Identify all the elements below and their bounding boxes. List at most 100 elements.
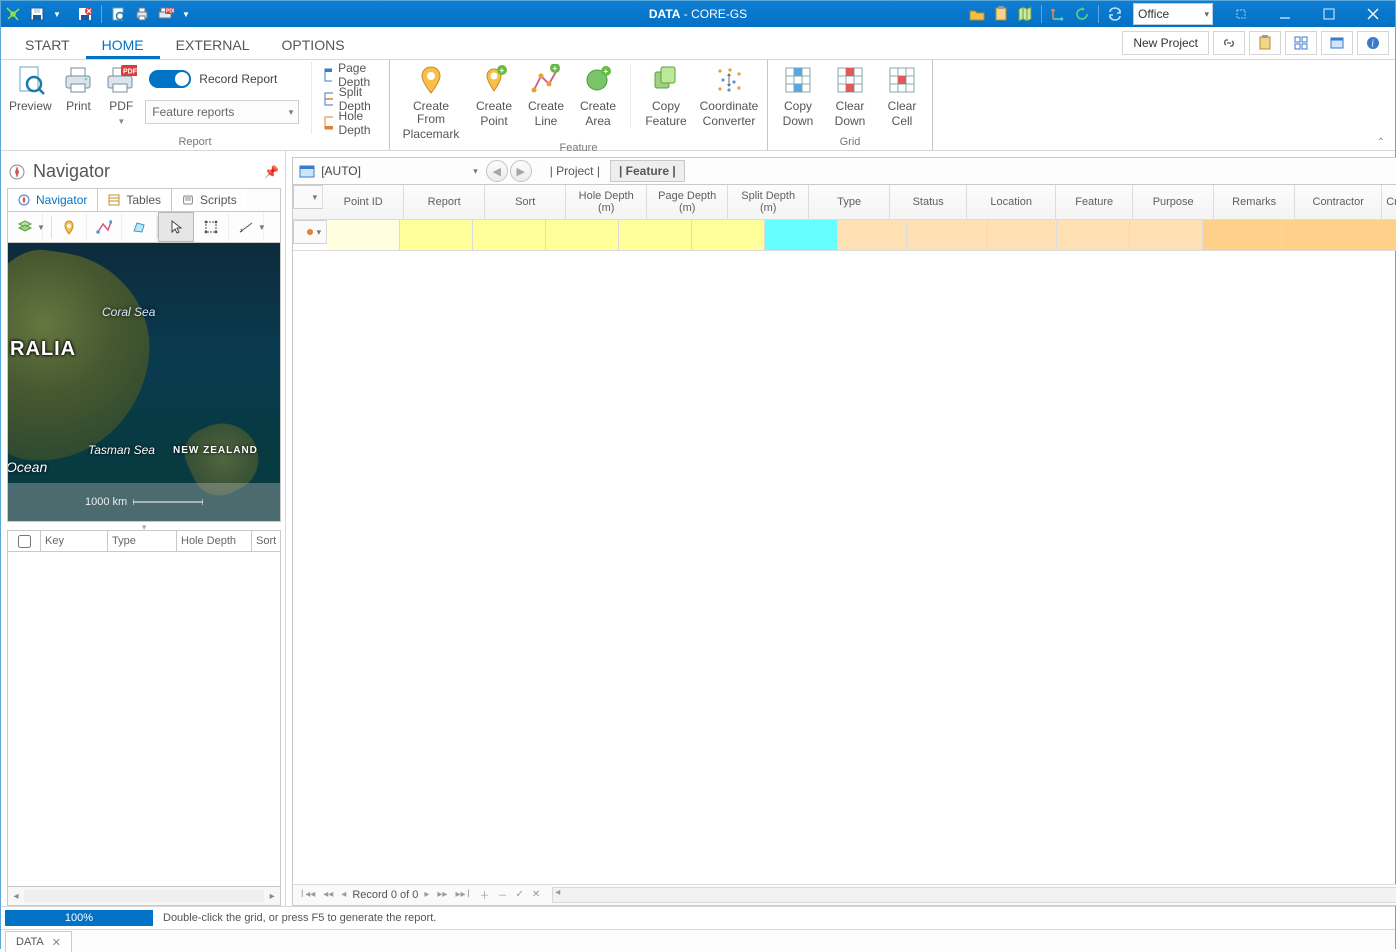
nav-tab-scripts[interactable]: Scripts <box>172 189 247 211</box>
col-sort[interactable]: Sort <box>485 185 566 219</box>
pin-icon[interactable]: 📌 <box>264 165 279 179</box>
tab-options[interactable]: OPTIONS <box>266 31 361 59</box>
create-from-placemark-button[interactable]: Create FromPlacemark <box>398 62 464 141</box>
folder-icon[interactable] <box>965 2 989 26</box>
col-sort[interactable]: Sort <box>252 531 280 551</box>
split-depth-button[interactable]: Split Depth <box>318 88 381 110</box>
pdf-button[interactable]: PDF PDF ▼ <box>105 62 137 128</box>
mini-grid-checkbox[interactable] <box>8 531 41 551</box>
auto-dropdown-icon[interactable]: ▾ <box>467 166 484 177</box>
row-selector-header[interactable] <box>293 185 323 209</box>
nav-next-page[interactable]: ▸▸ <box>435 889 449 901</box>
auto-combo[interactable]: [AUTO] <box>295 161 465 181</box>
nav-prev[interactable]: ◂ <box>339 889 348 901</box>
axes-icon[interactable] <box>1046 2 1070 26</box>
save-dropdown[interactable]: ▼ <box>45 2 73 26</box>
paste-icon[interactable] <box>1249 31 1281 55</box>
nav-next[interactable]: ▸ <box>422 889 431 901</box>
tab-home[interactable]: HOME <box>86 31 160 59</box>
app-icon[interactable] <box>1 2 25 26</box>
nav-remove[interactable]: － <box>495 887 509 903</box>
mini-grid-body[interactable] <box>7 552 281 887</box>
window-expand-icon[interactable] <box>1219 1 1263 27</box>
col-feature[interactable]: Feature <box>1056 185 1133 219</box>
nav-prev-page[interactable]: ◂◂ <box>321 889 335 901</box>
col-hole-depth[interactable]: Hole Depth (m) <box>566 185 647 219</box>
map-icon[interactable] <box>1013 2 1037 26</box>
nav-tab-tables[interactable]: Tables <box>98 189 172 211</box>
print-button[interactable]: Print <box>60 62 98 113</box>
tab-start[interactable]: START <box>9 31 86 59</box>
close-icon[interactable]: ✕ <box>52 936 61 949</box>
window-maximize[interactable] <box>1307 1 1351 27</box>
nav-first[interactable]: ǀ◂◂ <box>297 889 317 901</box>
create-area-button[interactable]: + CreateArea <box>576 62 620 128</box>
preview-button[interactable]: Preview <box>9 62 52 113</box>
window-icon[interactable] <box>1321 31 1353 55</box>
col-contractor[interactable]: Contractor <box>1295 185 1382 219</box>
measure-dropdown[interactable]: ▼ <box>258 223 272 232</box>
link-icon[interactable] <box>1213 31 1245 55</box>
record-report-toggle[interactable] <box>149 70 191 88</box>
nav-commit[interactable]: ✓ <box>513 889 525 901</box>
save-close-icon[interactable] <box>73 2 97 26</box>
copy-feature-button[interactable]: CopyFeature <box>641 62 691 128</box>
window-minimize[interactable] <box>1263 1 1307 27</box>
pin-marker-icon[interactable] <box>52 213 87 241</box>
quick-print-icon[interactable] <box>130 2 154 26</box>
new-row[interactable] <box>293 220 1396 251</box>
col-key[interactable]: Key <box>41 531 108 551</box>
mode-combo[interactable]: Office <box>1133 3 1213 25</box>
grid-hscroll[interactable] <box>552 887 1396 903</box>
nav-back-button[interactable]: ◀ <box>486 160 508 182</box>
page-depth-button[interactable]: Page Depth <box>318 64 381 86</box>
col-crew[interactable]: Crew <box>1382 185 1396 219</box>
col-purpose[interactable]: Purpose <box>1133 185 1214 219</box>
col-hole[interactable]: Hole Depth <box>177 531 252 551</box>
polygon-tool-icon[interactable] <box>122 213 157 241</box>
col-remarks[interactable]: Remarks <box>1214 185 1295 219</box>
tab-external[interactable]: EXTERNAL <box>160 31 266 59</box>
pointer-tool-icon[interactable] <box>158 212 194 242</box>
clear-cell-button[interactable]: ClearCell <box>880 62 924 128</box>
report-type-combo[interactable]: Feature reports <box>145 100 299 124</box>
layout-icon[interactable] <box>1285 31 1317 55</box>
mini-grid-scrollbar[interactable]: ◂▸ <box>7 887 281 906</box>
col-location[interactable]: Location <box>967 185 1056 219</box>
window-close[interactable] <box>1351 1 1395 27</box>
layers-dropdown[interactable]: ▼ <box>37 223 51 232</box>
nav-tab-navigator[interactable]: Navigator <box>8 189 98 211</box>
tab-project[interactable]: | Project | <box>542 161 608 181</box>
coordinate-converter-button[interactable]: CoordinateConverter <box>699 62 759 128</box>
quick-preview-icon[interactable] <box>106 2 130 26</box>
info-icon[interactable]: i <box>1357 31 1389 55</box>
col-report[interactable]: Report <box>404 185 485 219</box>
new-project-button[interactable]: New Project <box>1122 31 1209 55</box>
sync-icon[interactable] <box>1103 2 1127 26</box>
col-split-depth[interactable]: Split Depth (m) <box>728 185 809 219</box>
tab-feature[interactable]: | Feature | <box>610 160 685 182</box>
splitter-grip[interactable]: ▾ <box>7 522 281 530</box>
extent-tool-icon[interactable] <box>194 213 229 241</box>
col-type[interactable]: Type <box>108 531 177 551</box>
ribbon-collapse-icon[interactable]: ⌃ <box>1377 137 1385 148</box>
refresh-icon[interactable] <box>1070 2 1094 26</box>
quick-pdf-dropdown[interactable]: ▼ <box>174 2 202 26</box>
progress-bar: 100% <box>5 910 153 926</box>
clipboard-icon[interactable] <box>989 2 1013 26</box>
line-tool-icon[interactable] <box>87 213 122 241</box>
col-page-depth[interactable]: Page Depth (m) <box>647 185 728 219</box>
hole-depth-button[interactable]: Hole Depth <box>318 112 381 134</box>
nav-add[interactable]: ＋ <box>477 887 491 903</box>
nav-cancel[interactable]: ✕ <box>530 889 542 901</box>
col-type[interactable]: Type <box>809 185 890 219</box>
create-point-button[interactable]: + CreatePoint <box>472 62 516 128</box>
map-view[interactable]: Coral Sea RALIA Tasman Sea NEW ZEALAND O… <box>7 243 281 522</box>
col-point-id[interactable]: Point ID <box>323 185 404 219</box>
clear-down-button[interactable]: ClearDown <box>828 62 872 128</box>
col-status[interactable]: Status <box>890 185 967 219</box>
nav-fwd-button[interactable]: ▶ <box>510 160 532 182</box>
copy-down-button[interactable]: CopyDown <box>776 62 820 128</box>
create-line-button[interactable]: + CreateLine <box>524 62 568 128</box>
nav-last[interactable]: ▸▸ǀ <box>453 889 473 901</box>
